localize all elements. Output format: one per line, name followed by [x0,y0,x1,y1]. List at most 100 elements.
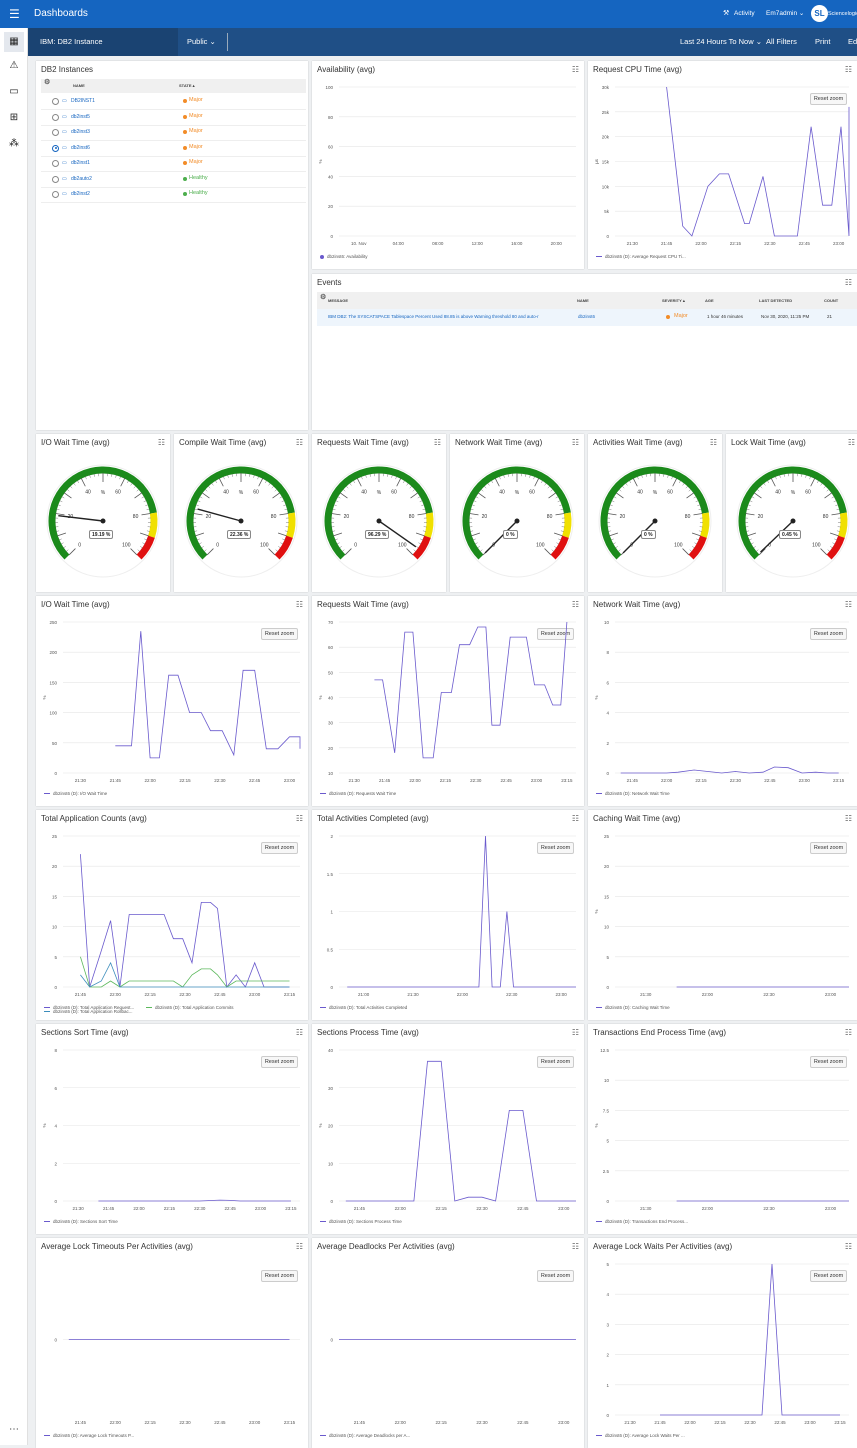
x-tick-label: 23:00 [558,1420,570,1425]
gauge-needle [198,509,241,521]
x-tick-label: 23:00 [825,992,837,997]
legend-label: db2inst6 (D): Average Lock Timeouts P... [53,1433,134,1438]
gear-icon[interactable]: ⚙ [44,78,50,86]
x-tick-label: 22:45 [224,1206,236,1211]
column-header-age[interactable]: AGE [705,298,714,303]
devices-icon[interactable]: ▭ [4,82,24,102]
db2-device-icon: ▭ [62,98,67,104]
column-header-count[interactable]: COUNT [824,298,838,303]
x-tick-label: 23:00 [799,778,811,783]
hamburger-icon[interactable]: ☰ [9,0,20,28]
instance-name[interactable]: db2inst3 [71,129,90,135]
instance-name[interactable]: db2inst5 [71,114,90,120]
column-header-message[interactable]: MESSAGE [328,298,348,303]
instance-row[interactable]: ▭db2inst6Major [41,142,306,157]
instance-name[interactable]: db2auto2 [71,176,92,182]
x-tick-label: 22:45 [774,1420,786,1425]
instance-row[interactable]: ▭db2inst1Major [41,157,306,172]
legend-item[interactable]: db2inst6 (D): Transactions End Process..… [596,1219,688,1224]
instance-radio[interactable] [52,145,59,152]
y-tick-label: 20 [604,864,610,869]
dashboard-icon[interactable]: ▦ [4,32,24,52]
topology-icon[interactable]: ⁂ [4,134,24,154]
event-message[interactable]: IBM DB2: The SYSCATSPACE Tablespace Perc… [328,314,539,319]
status-dot [183,161,187,165]
legend-item[interactable]: db2inst6 (D): Network Wait Time [596,791,670,796]
instance-radio[interactable] [52,98,59,105]
x-tick-label: 22:00 [133,1206,145,1211]
print-button[interactable]: Print [815,28,830,56]
gauge-band [290,513,292,537]
y-axis-label: % [594,695,599,699]
instance-name[interactable]: db2inst6 [71,145,90,151]
gauge-tick-label: 60 [805,490,811,496]
y-tick-label: 5 [606,1262,609,1267]
y-tick-label: 2 [330,834,333,839]
event-device-name[interactable]: db2inst6 [578,314,595,319]
x-tick-label: 22:45 [214,1420,226,1425]
series-line [621,767,839,773]
legend-item[interactable]: db2inst6 (D): Average Lock Waits Per ... [596,1433,685,1438]
instance-radio[interactable] [52,176,59,183]
instance-radio[interactable] [52,129,59,136]
legend-item[interactable]: db2inst6 (D): Caching Wait Time [596,1005,670,1010]
legend-item[interactable]: db2inst6 (D): Total Activities Completed [320,1005,407,1010]
legend-swatch [596,793,602,794]
panel-menu-icon[interactable]: ☷ [845,279,852,287]
legend-item[interactable]: db2inst6 (D): Sections Sort Time [44,1219,118,1224]
instance-row[interactable]: ▭db2inst2Healthy [41,188,306,203]
chart-panel: Requests Wait Time (avg)☷Reset zoom70605… [312,596,584,806]
instance-radio[interactable] [52,160,59,167]
instance-row[interactable]: ▭db2inst3Major [41,126,306,141]
legend-item[interactable]: db2inst6 (D): I/O Wait Time [44,791,107,796]
x-tick-label: 22:00 [457,992,469,997]
y-tick-label: 50 [52,741,58,746]
legend-item[interactable]: db2inst6 (D): Average Lock Timeouts P... [44,1433,134,1438]
y-axis-label: μs [594,158,599,164]
activity-button[interactable]: Activity [734,0,755,28]
instance-name[interactable]: DB2INST1 [71,98,95,104]
column-header-severity[interactable]: SEVERITY ▴ [662,298,685,303]
y-tick-label: 250 [49,620,57,625]
line-chart: 30k25k20k15k10k5k0μs21:3021:4522:0022:15… [588,61,857,269]
y-tick-label: 25 [52,834,58,839]
column-header-name[interactable]: NAME [73,83,85,88]
legend-item[interactable]: db2inst6 (D): Average Request CPU Ti... [596,254,686,259]
alert-icon[interactable]: ⚠ [4,56,24,76]
more-icon[interactable]: ⋯ [4,1420,24,1440]
time-range-dropdown[interactable]: Last 24 Hours To Now ⌄ [680,28,762,56]
x-tick-label: 22:30 [194,1206,206,1211]
toolbox-icon[interactable]: ⊞ [4,108,24,128]
legend-item[interactable]: db2inst6 (D): Total Application Commits [146,1005,233,1010]
instance-radio[interactable] [52,114,59,121]
legend-item[interactable]: db2inst6 (D): Total Application Rollbac.… [44,1009,132,1014]
x-tick-label: 22:00 [110,992,122,997]
column-header-state[interactable]: STATE ▴ [179,83,195,88]
event-row[interactable]: IBM DB2: The SYSCATSPACE Tablespace Perc… [317,309,857,326]
instance-radio[interactable] [52,191,59,198]
instance-row[interactable]: ▭db2inst5Major [41,111,306,126]
visibility-dropdown[interactable]: Public ⌄ [187,28,216,56]
legend-item[interactable]: db2inst6 (D): Sections Process Time [320,1219,402,1224]
user-menu-button[interactable]: Em7admin ⌄ [766,0,804,28]
instance-row[interactable]: ▭db2auto2Healthy [41,173,306,188]
column-header-last-detected[interactable]: LAST DETECTED [759,298,792,303]
legend-item[interactable]: db2inst6 (D): Average Deadlocks per A... [320,1433,410,1438]
instance-name[interactable]: db2inst2 [71,191,90,197]
x-tick-label: 22:45 [764,778,776,783]
x-tick-label: 22:45 [517,1206,529,1211]
edit-button[interactable]: Edit [848,28,857,56]
instance-name[interactable]: db2inst1 [71,160,90,166]
all-filters-button[interactable]: All Filters [766,28,797,56]
legend-item[interactable]: db2inst6: Availability [320,254,367,259]
legend-item[interactable]: db2inst6 (D): Requests Wait Time [320,791,396,796]
column-header-name[interactable]: NAME [577,298,589,303]
x-tick-label: 22:30 [470,778,482,783]
gear-icon[interactable]: ⚙ [320,293,326,301]
gauge-tick-label: 20 [344,514,350,520]
dashboard-name[interactable]: IBM: DB2 Instance [28,28,178,56]
x-tick-label: 22:30 [764,241,776,246]
wrench-icon[interactable]: ⚒ [723,0,729,28]
x-tick-label: 23:15 [561,778,573,783]
instance-row[interactable]: ▭DB2INST1Major [41,95,306,110]
